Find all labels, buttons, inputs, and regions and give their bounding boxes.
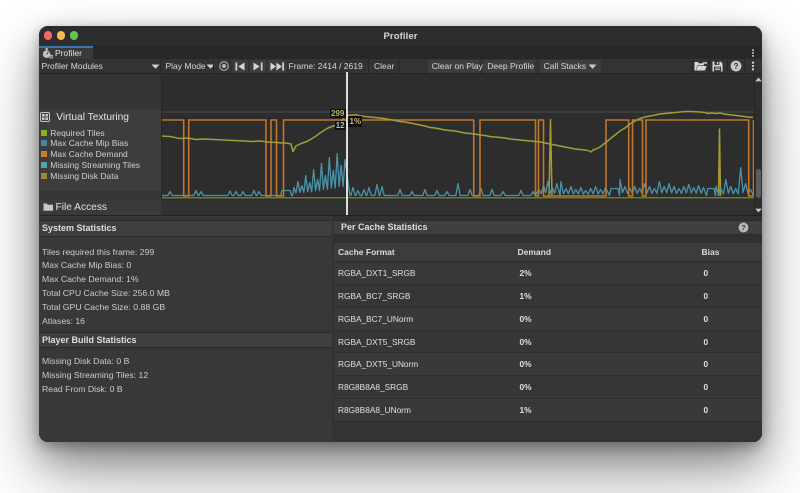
svg-text:?: ?: [741, 223, 746, 232]
svg-text:?: ?: [733, 62, 738, 71]
